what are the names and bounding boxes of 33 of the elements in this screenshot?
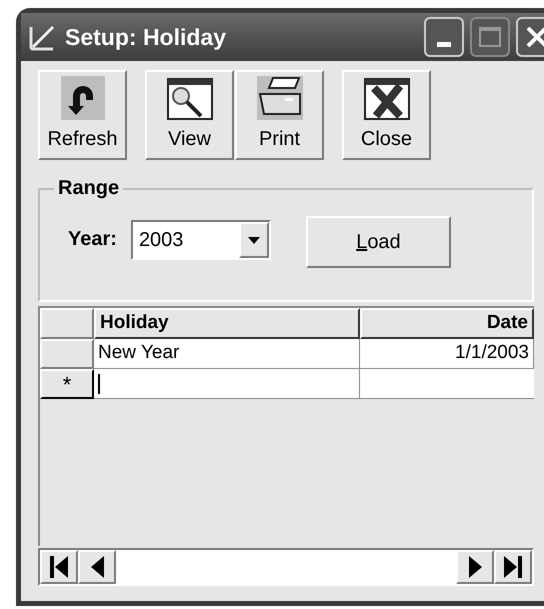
- left-triangle-icon: [90, 556, 104, 578]
- column-header: Date: [360, 308, 534, 339]
- next-record-button[interactable]: [456, 550, 494, 584]
- table-cell[interactable]: [94, 369, 360, 399]
- pencil-chart-icon: [29, 23, 57, 51]
- first-icon: [50, 556, 68, 578]
- dropdown-arrow-icon: [248, 236, 260, 244]
- table-cell: New Year: [94, 339, 360, 369]
- close-icon: [526, 26, 544, 48]
- printer-icon: [256, 76, 302, 120]
- close-button[interactable]: Close: [342, 70, 431, 160]
- refresh-button[interactable]: Refresh: [38, 70, 127, 160]
- first-record-button[interactable]: [40, 550, 78, 584]
- window-cross-icon: [364, 78, 410, 120]
- load-button[interactable]: Load: [306, 216, 451, 268]
- right-triangle-icon: [468, 556, 482, 578]
- table-cell[interactable]: [360, 369, 534, 399]
- year-dropdown[interactable]: 2003: [130, 220, 271, 260]
- minimize-button[interactable]: [424, 17, 464, 57]
- last-record-button[interactable]: [494, 550, 532, 584]
- view-button[interactable]: View: [145, 70, 234, 160]
- last-icon: [504, 556, 522, 578]
- print-button[interactable]: Print: [235, 70, 324, 160]
- window-title: Setup: Holiday: [65, 22, 226, 52]
- new-row-marker[interactable]: *: [40, 369, 94, 399]
- column-header: Holiday: [94, 308, 360, 339]
- year-label: Year:: [68, 227, 117, 252]
- row-selector[interactable]: [40, 339, 94, 369]
- window-magnifier-icon: [166, 78, 212, 120]
- table-cell: 1/1/2003: [360, 339, 534, 369]
- close-button[interactable]: [516, 17, 544, 57]
- maximize-button[interactable]: [470, 17, 510, 57]
- previous-record-button[interactable]: [78, 550, 116, 584]
